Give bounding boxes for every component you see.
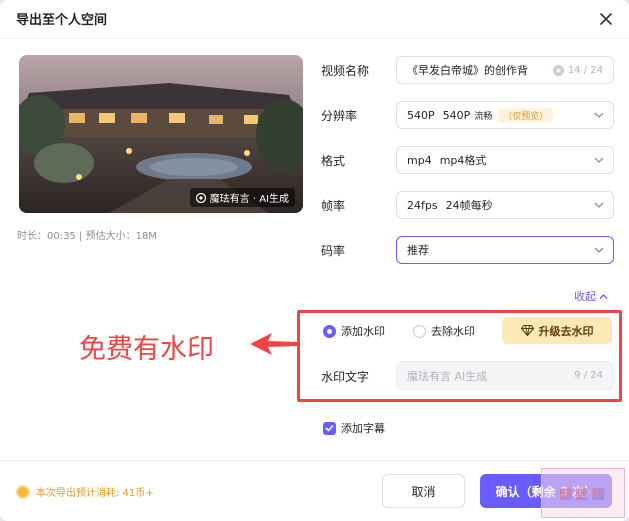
- chevron-down-icon: [594, 202, 604, 208]
- cancel-button[interactable]: 取消: [382, 474, 465, 508]
- watermark-text-label: 水印文字: [321, 370, 370, 384]
- close-button[interactable]: [596, 9, 616, 29]
- watermark-stamp-logo: ▦▦▦: [541, 468, 625, 518]
- annotation-arrow-icon: [250, 333, 297, 355]
- watermark-text-input[interactable]: 魔珐有言 AI生成 9 / 24: [396, 361, 614, 390]
- remove-watermark-radio[interactable]: 去除水印: [413, 323, 475, 339]
- bitrate-label: 码率: [321, 244, 346, 258]
- chevron-down-icon: [594, 247, 604, 253]
- fps-label: 帧率: [321, 199, 346, 213]
- video-preview[interactable]: 魔珐有言 · AI生成: [19, 55, 303, 213]
- format-select[interactable]: mp4 mp4格式: [396, 146, 614, 174]
- preview-only-badge: （仅预览）: [498, 107, 554, 123]
- video-name-input[interactable]: 《早发白帝城》的创作背 14 / 24: [396, 56, 614, 84]
- footer-divider: [0, 460, 629, 461]
- coin-icon: [16, 484, 30, 499]
- video-meta: 时长：00:35 | 预估大小：18M: [17, 231, 157, 242]
- upgrade-remove-watermark-button[interactable]: 升级去水印: [502, 317, 612, 344]
- close-icon: [600, 13, 612, 25]
- checkbox-checked-icon: [323, 421, 336, 435]
- collapse-toggle[interactable]: 收起: [574, 288, 608, 304]
- add-subtitle-checkbox[interactable]: 添加字幕: [323, 420, 385, 436]
- chevron-up-icon: [599, 293, 608, 299]
- export-dialog: 导出至个人空间 魔珐有言 · AI生成 时长：00:35 | 预估大小：18M …: [0, 0, 629, 521]
- header-divider: [0, 38, 629, 39]
- radio-selected-icon: [323, 324, 336, 338]
- name-label: 视频名称: [321, 64, 370, 78]
- fps-select[interactable]: 24fps 24帧每秒: [396, 191, 614, 219]
- format-label: 格式: [321, 154, 346, 168]
- annotation-text: 免费有水印: [79, 334, 214, 365]
- diamond-icon: [520, 325, 534, 336]
- chevron-down-icon: [594, 157, 604, 163]
- resolution-select[interactable]: 540P 540P 流畅 （仅预览）: [396, 101, 614, 129]
- brand-logo-icon: [195, 192, 206, 203]
- chevron-down-icon: [594, 112, 604, 118]
- radio-empty-icon: [413, 324, 426, 338]
- cost-estimate: 本次导出预计消耗: 41币+: [16, 484, 154, 499]
- clear-icon[interactable]: [552, 64, 564, 76]
- add-watermark-radio[interactable]: 添加水印: [323, 323, 385, 339]
- preview-watermark: 魔珐有言 · AI生成: [189, 188, 295, 207]
- bitrate-select[interactable]: 推荐: [396, 236, 614, 264]
- dialog-title: 导出至个人空间: [16, 13, 108, 28]
- resolution-label: 分辨率: [321, 109, 358, 123]
- preview-watermark-text: 魔珐有言 · AI生成: [209, 194, 289, 205]
